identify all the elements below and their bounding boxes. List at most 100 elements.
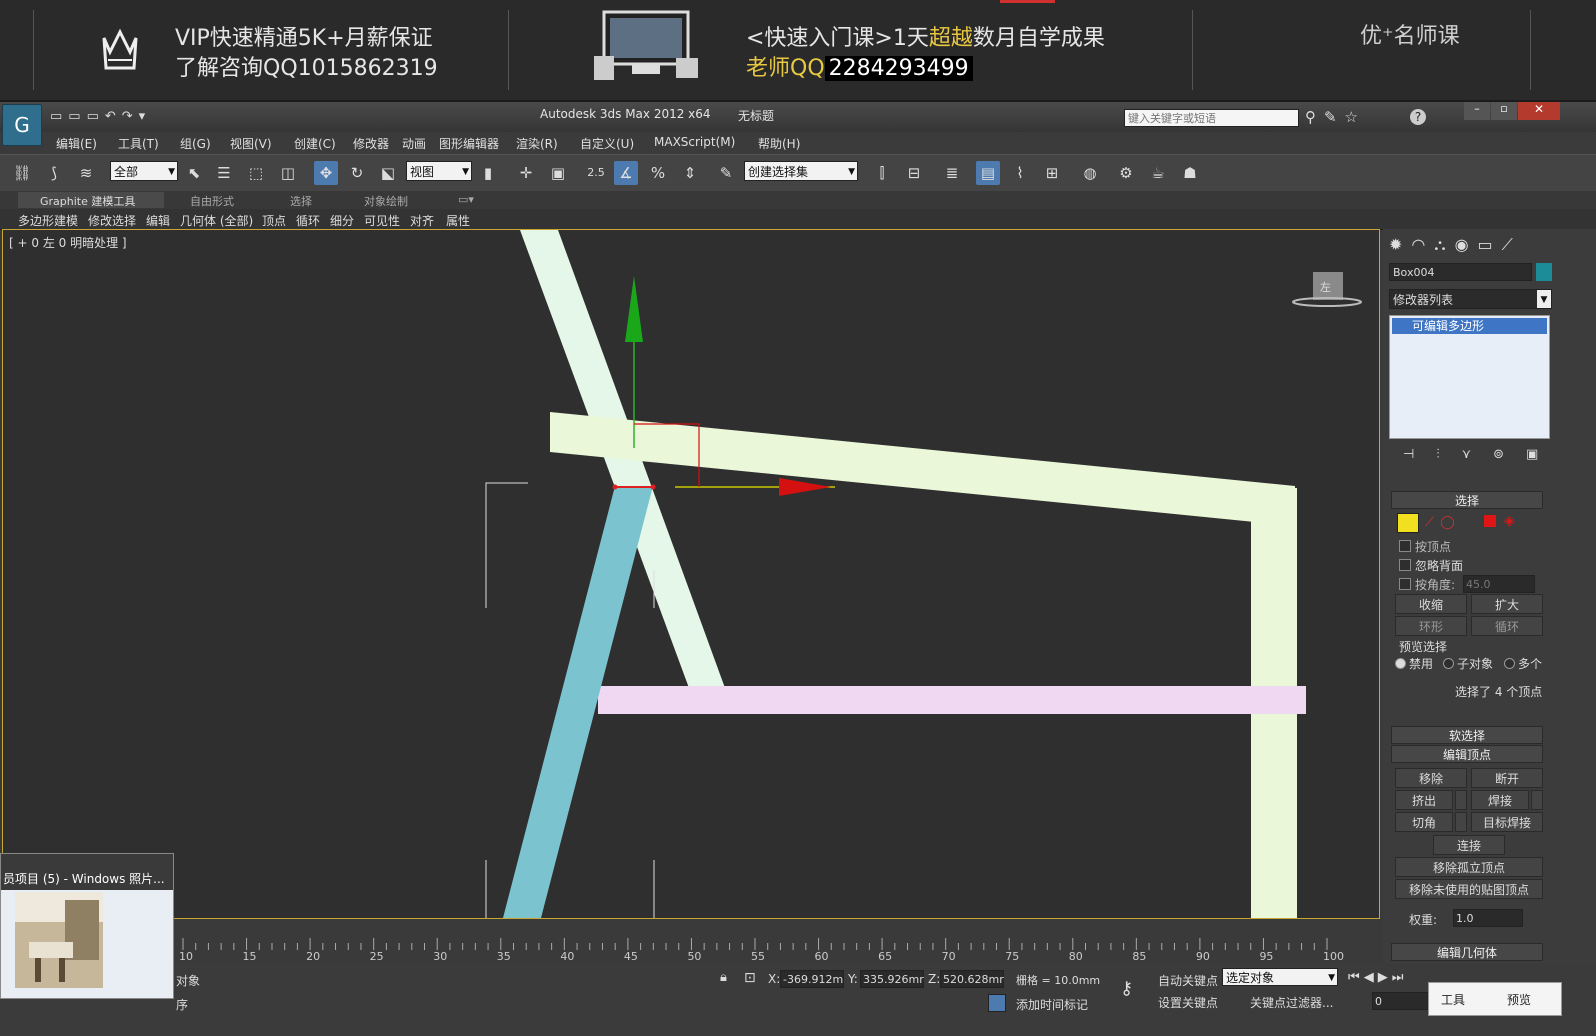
modifier-stack[interactable]: 可编辑多边形	[1389, 315, 1550, 439]
track-bar[interactable]: 10 15 20 25 30 35 40 45 50 55 60 65 70 75 80 85 90 95 100	[175, 936, 1380, 964]
ignore-backfacing-checkbox[interactable]	[1399, 559, 1411, 571]
preview-button[interactable]: 预览	[1507, 991, 1531, 1008]
x-coordinate-field[interactable]: -369.912m	[780, 970, 844, 988]
ribbon-subdivision[interactable]: 细分	[330, 212, 354, 229]
ring-button[interactable]: 环形	[1395, 616, 1467, 636]
named-selection-dropdown[interactable]: 创建选择集 ▼	[744, 161, 858, 181]
preview-disable-radio[interactable]	[1395, 658, 1406, 669]
menu-edit[interactable]: 编辑(E)	[56, 135, 97, 152]
by-vertex-checkbox[interactable]	[1399, 540, 1411, 552]
percent-snap-icon[interactable]: %	[646, 161, 670, 185]
minimize-button[interactable]: –	[1464, 102, 1490, 120]
taskbar-thumbnail[interactable]: 员项目 (5) - Windows 照片...	[0, 853, 174, 999]
quick-access-toolbar[interactable]: ▭▭▭↶↷▾	[50, 109, 151, 124]
reference-coordinate-dropdown[interactable]: 视图 ▼	[406, 161, 472, 181]
weld-settings-button[interactable]	[1531, 790, 1543, 810]
menu-customize[interactable]: 自定义(U)	[580, 135, 634, 152]
viewport-scene[interactable]: 左	[3, 230, 1379, 918]
z-coordinate-field[interactable]: 520.628mr	[940, 970, 1004, 988]
ribbon-geometry-all[interactable]: 几何体 (全部)	[180, 212, 253, 229]
ribbon-loops[interactable]: 循环	[296, 212, 320, 229]
key-filters-button[interactable]: 关键点过滤器...	[1250, 994, 1333, 1011]
menu-modifiers[interactable]: 修改器	[353, 135, 389, 152]
auto-key-button[interactable]: 自动关键点	[1158, 972, 1218, 989]
edge-border-mode-icons[interactable]: ⟋◯	[1425, 515, 1461, 530]
lock-icon[interactable]: 🔒︎	[720, 970, 727, 985]
bind-space-warp-icon[interactable]: ≋	[74, 161, 98, 185]
unlink-icon[interactable]: ⟆	[42, 161, 66, 185]
current-frame-field[interactable]: 0	[1372, 992, 1432, 1010]
window-crossing-icon[interactable]: ◫	[276, 161, 300, 185]
vertex-mode-icon[interactable]	[1397, 513, 1419, 533]
ribbon-modify-selection[interactable]: 修改选择	[88, 212, 136, 229]
extrude-button[interactable]: 挤出	[1395, 790, 1453, 810]
edit-named-selection-icon[interactable]: ✎	[714, 161, 738, 185]
loop-button[interactable]: 循环	[1471, 616, 1543, 636]
by-angle-checkbox[interactable]	[1399, 578, 1411, 590]
angle-spinner[interactable]: 45.0	[1463, 575, 1535, 593]
element-mode-icon[interactable]: ◈	[1504, 513, 1515, 529]
break-button[interactable]: 断开	[1471, 768, 1543, 788]
select-by-name-icon[interactable]: ☰	[212, 161, 236, 185]
playback-controls[interactable]: ⏮◀▶⏭	[1348, 970, 1407, 985]
menu-graph-editors[interactable]: 图形编辑器	[439, 135, 499, 152]
menu-group[interactable]: 组(G)	[180, 135, 211, 152]
edit-geometry-rollout-header[interactable]: 编辑几何体	[1391, 943, 1543, 961]
chamfer-button[interactable]: 切角	[1395, 812, 1453, 832]
tab-freeform[interactable]: 自由形式	[190, 193, 234, 209]
menu-create[interactable]: 创建(C)	[294, 135, 336, 152]
tab-object-paint[interactable]: 对象绘制	[364, 193, 408, 209]
snaps-toggle-icon[interactable]: 2.5	[584, 161, 608, 185]
mirror-icon[interactable]: ⫿	[870, 161, 894, 185]
layer-manager-icon[interactable]: ≣	[940, 161, 964, 185]
app-logo-button[interactable]: G	[2, 104, 42, 146]
object-name-field[interactable]: Box004	[1389, 263, 1532, 281]
close-button[interactable]: ✕	[1518, 102, 1560, 120]
render-setup-icon[interactable]: ⚙	[1114, 161, 1138, 185]
tab-graphite[interactable]: Graphite 建模工具	[40, 193, 135, 209]
target-weld-button[interactable]: 目标焊接	[1471, 812, 1543, 832]
tools-button[interactable]: 工具	[1441, 991, 1465, 1008]
scale-icon[interactable]: ⬕	[376, 161, 400, 185]
selection-rollout-header[interactable]: 选择	[1391, 491, 1543, 509]
key-icon[interactable]: ⚷	[1120, 978, 1133, 999]
menu-maxscript[interactable]: MAXScript(M)	[654, 135, 735, 149]
link-icon[interactable]: ⛓	[10, 161, 34, 185]
curve-editor-icon[interactable]: ⌇	[1008, 161, 1032, 185]
keyboard-shortcut-icon[interactable]: ▣	[546, 161, 570, 185]
absolute-mode-icon[interactable]: ⊡	[744, 970, 756, 986]
stack-item-editable-poly[interactable]: 可编辑多边形	[1392, 318, 1547, 334]
infocenter-icons[interactable]: ⚲✎☆	[1305, 108, 1366, 126]
ribbon-edit[interactable]: 编辑	[146, 212, 170, 229]
graphite-toggle-icon[interactable]: ▤	[976, 161, 1000, 185]
ribbon-properties[interactable]: 属性	[446, 212, 470, 229]
material-editor-icon[interactable]: ◍	[1078, 161, 1102, 185]
selection-filter-dropdown[interactable]: 全部 ▼	[110, 161, 178, 181]
align-icon[interactable]: ⊟	[902, 161, 926, 185]
shrink-button[interactable]: 收缩	[1395, 594, 1467, 614]
spinner-snap-icon[interactable]: ⇕	[678, 161, 702, 185]
rect-selection-icon[interactable]: ⬚	[244, 161, 268, 185]
y-coordinate-field[interactable]: 335.926mr	[860, 970, 924, 988]
polygon-mode-icon[interactable]	[1484, 515, 1496, 527]
maximize-button[interactable]: ▫	[1491, 102, 1517, 120]
search-input[interactable]	[1124, 109, 1299, 127]
soft-selection-rollout-header[interactable]: 软选择	[1391, 726, 1543, 744]
menu-tools[interactable]: 工具(T)	[118, 135, 159, 152]
remove-unused-map-button[interactable]: 移除未使用的贴图顶点	[1395, 879, 1543, 899]
ribbon-vertices[interactable]: 顶点	[262, 212, 286, 229]
tab-selection[interactable]: 选择	[290, 193, 312, 209]
ribbon-align[interactable]: 对齐	[410, 212, 434, 229]
set-key-button[interactable]: 设置关键点	[1158, 994, 1218, 1011]
remove-button[interactable]: 移除	[1395, 768, 1467, 788]
connect-button[interactable]: 连接	[1433, 835, 1505, 855]
stack-tools-icons[interactable]: ⊣⫶⋎⊚▣	[1403, 447, 1560, 462]
object-color-swatch[interactable]	[1536, 263, 1552, 281]
chamfer-settings-button[interactable]	[1455, 812, 1467, 832]
select-manipulate-icon[interactable]: ✛	[514, 161, 538, 185]
menu-views[interactable]: 视图(V)	[230, 135, 272, 152]
extrude-settings-button[interactable]	[1455, 790, 1467, 810]
add-time-tag[interactable]: 添加时间标记	[1016, 996, 1088, 1013]
menu-rendering[interactable]: 渲染(R)	[516, 135, 558, 152]
remove-isolated-button[interactable]: 移除孤立顶点	[1395, 857, 1543, 877]
